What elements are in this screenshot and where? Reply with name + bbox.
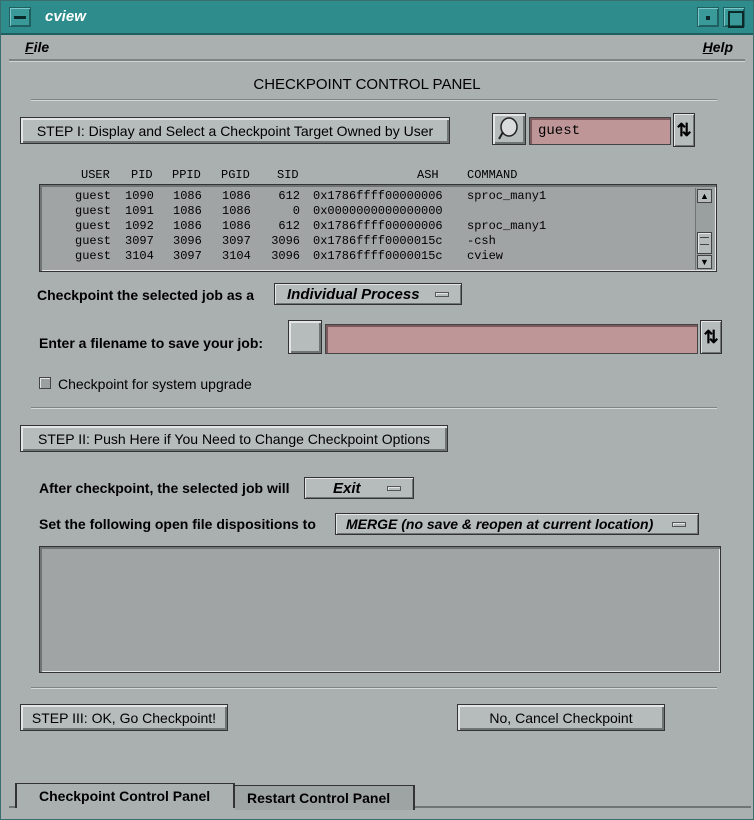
file-dispositions-list[interactable] [39,546,721,673]
tab-label: Checkpoint Control Panel [39,788,211,804]
cell-ash: 0x0000000000000000 [313,204,443,218]
table-row[interactable]: guest 1090 1086 1086 612 0x1786ffff00000… [40,189,694,204]
scroll-up-icon[interactable]: ▲ [697,189,712,203]
file-dispositions-label: Set the following open file dispositions… [39,516,316,532]
col-header-ppid: PPID [172,168,201,182]
separator [31,687,717,689]
cview-window: cview File Help CHECKPOINT CONTROL PANEL… [0,0,754,820]
file-browse-button[interactable] [288,320,322,354]
cell-sid: 3096 [271,249,300,263]
window-menu-icon[interactable] [9,7,31,27]
step2-change-options-button[interactable]: STEP II: Push Here if You Need to Change… [20,425,448,452]
cell-command: sproc_many1 [467,189,547,203]
user-search-button[interactable] [492,113,526,145]
cycle-arrows-icon: ⇅ [676,119,692,140]
col-header-user: USER [81,168,110,182]
after-checkpoint-option-menu[interactable]: Exit [304,477,414,499]
step3-go-checkpoint-button[interactable]: STEP III: OK, Go Checkpoint! [20,704,228,731]
user-field[interactable] [529,117,671,145]
cell-sid: 3096 [271,234,300,248]
table-row[interactable]: guest 1092 1086 1086 612 0x1786ffff00000… [40,219,694,234]
menu-help-label: Help [702,39,733,55]
scroll-thumb[interactable] [697,232,712,254]
file-dispositions-option-menu[interactable]: MERGE (no save & reopen at current locat… [335,513,699,535]
minimize-icon[interactable] [697,7,719,27]
cell-ash: 0x1786ffff0000015c [313,234,443,248]
system-upgrade-label: Checkpoint for system upgrade [58,376,252,392]
cell-pgid: 3097 [222,234,251,248]
menu-file-label: File [25,39,50,55]
after-checkpoint-value: Exit [333,479,361,497]
cell-sid: 0 [292,204,300,218]
cell-pid: 3104 [125,249,154,263]
user-field-spinner[interactable]: ⇅ [673,113,695,147]
panel-title: CHECKPOINT CONTROL PANEL [253,76,481,93]
cell-user: guest [75,234,112,248]
cell-user: guest [75,204,112,218]
cell-ppid: 3097 [173,249,202,263]
menu-bar: File Help [9,35,745,61]
cell-command: -csh [467,234,496,248]
tab-label: Restart Control Panel [247,790,391,806]
job-list-scrollbar[interactable]: ▲ ▼ [695,188,713,270]
filename-label: Enter a filename to save your job: [39,335,264,351]
step1-display-targets-button[interactable]: STEP I: Display and Select a Checkpoint … [20,117,450,144]
filename-field-spinner[interactable]: ⇅ [700,320,722,354]
cell-command: cview [467,249,504,263]
checkpoint-type-option-menu[interactable]: Individual Process [274,283,462,305]
cell-pid: 1091 [125,204,154,218]
option-menu-indicator-icon [672,522,686,527]
after-checkpoint-label: After checkpoint, the selected job will [39,480,290,496]
cell-ppid: 1086 [173,204,202,218]
col-header-pgid: PGID [221,168,250,182]
maximize-icon[interactable] [723,7,745,28]
cell-ppid: 3096 [173,234,202,248]
separator [31,407,717,409]
cancel-checkpoint-button[interactable]: No, Cancel Checkpoint [457,704,665,731]
cell-pid: 3097 [125,234,154,248]
table-row[interactable]: guest 3097 3096 3097 3096 0x1786ffff0000… [40,234,694,249]
tab-checkpoint-control-panel[interactable]: Checkpoint Control Panel [15,783,235,808]
cell-pgid: 1086 [222,219,251,233]
option-menu-indicator-icon [435,292,449,297]
cell-user: guest [75,219,112,233]
scroll-down-icon[interactable]: ▼ [697,255,712,269]
table-row[interactable]: guest 3104 3097 3104 3096 0x1786ffff0000… [40,249,694,264]
menu-file[interactable]: File [25,39,49,55]
col-header-command: COMMAND [467,168,518,182]
tab-restart-control-panel[interactable]: Restart Control Panel [235,785,415,810]
separator [31,99,717,101]
cell-ash: 0x1786ffff0000015c [313,249,443,263]
window-title: cview [45,8,86,25]
cell-pgid: 1086 [222,204,251,218]
cell-ppid: 1086 [173,219,202,233]
cell-command: sproc_many1 [467,219,547,233]
job-list[interactable]: guest 1090 1086 1086 612 0x1786ffff00000… [39,184,717,272]
menu-help[interactable]: Help [703,39,733,55]
table-row[interactable]: guest 1091 1086 1086 0 0x000000000000000… [40,204,694,219]
cell-sid: 612 [278,219,300,233]
option-menu-indicator-icon [387,486,401,491]
cell-pgid: 3104 [222,249,251,263]
cell-ppid: 1086 [173,189,202,203]
cell-pid: 1090 [125,189,154,203]
cell-ash: 0x1786ffff00000006 [313,189,443,203]
col-header-pid: PID [131,168,153,182]
title-bar[interactable]: cview [1,1,753,35]
cell-user: guest [75,189,112,203]
magnifier-icon [498,117,518,140]
cell-user: guest [75,249,112,263]
col-header-ash: ASH [417,168,439,182]
checkpoint-type-value: Individual Process [287,285,420,303]
cell-pgid: 1086 [222,189,251,203]
file-dispositions-value: MERGE (no save & reopen at current locat… [346,516,654,532]
cell-pid: 1092 [125,219,154,233]
cycle-arrows-icon: ⇅ [703,326,719,347]
checkpoint-as-label: Checkpoint the selected job as a [37,287,255,303]
cell-sid: 612 [278,189,300,203]
system-upgrade-checkbox[interactable] [39,377,51,389]
cell-ash: 0x1786ffff00000006 [313,219,443,233]
filename-field[interactable] [325,324,698,354]
col-header-sid: SID [277,168,299,182]
